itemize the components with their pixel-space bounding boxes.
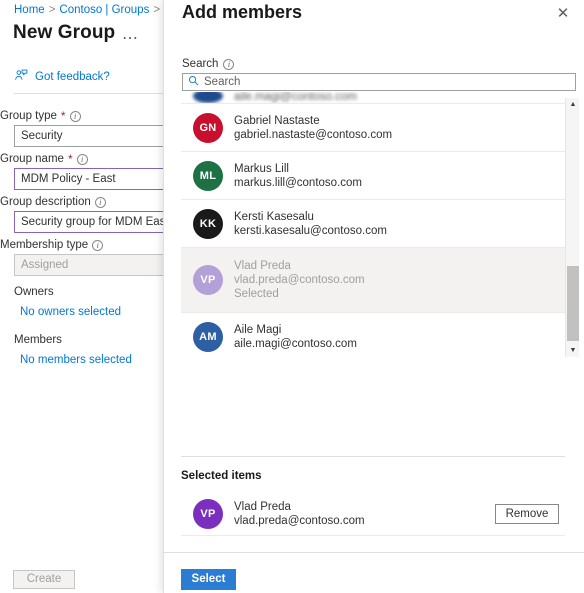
avatar: ML xyxy=(193,160,223,191)
person-email: markus.lill@contoso.com xyxy=(234,176,362,189)
list-item[interactable]: ML Markus Lill markus.lill@contoso.com xyxy=(181,152,565,200)
required-asterisk: * xyxy=(60,109,66,123)
required-asterisk: * xyxy=(67,152,73,166)
person-name: Markus Lill xyxy=(234,162,289,175)
group-description-label: Group description i xyxy=(0,196,106,208)
selected-state-label: Selected xyxy=(234,288,279,300)
info-icon[interactable]: i xyxy=(223,58,235,70)
info-icon[interactable]: i xyxy=(69,110,81,122)
person-name: Aile Magi xyxy=(234,323,282,336)
search-icon xyxy=(188,75,199,89)
scroll-up-icon[interactable]: ▲ xyxy=(566,98,580,111)
member-results-list[interactable]: aile.magi@contoso.com GN Gabriel Nastast… xyxy=(181,92,565,356)
avatar: KK xyxy=(193,208,223,239)
info-icon[interactable]: i xyxy=(76,153,88,165)
panel-title: Add members xyxy=(182,2,303,22)
person-info: Vlad Preda vlad.preda@contoso.com Select… xyxy=(234,260,365,300)
list-item[interactable]: KK Kersti Kasesalu kersti.kasesalu@conto… xyxy=(181,200,565,248)
selected-item-row: VP Vlad Preda vlad.preda@contoso.com Rem… xyxy=(181,492,565,536)
person-info: aile.magi@contoso.com xyxy=(234,92,357,103)
avatar xyxy=(193,92,223,103)
group-type-label: Group type * i xyxy=(0,110,81,122)
search-input[interactable]: Search xyxy=(182,73,576,91)
close-icon[interactable]: ✕ xyxy=(552,3,574,25)
person-email: aile.magi@contoso.com xyxy=(234,92,357,103)
owners-select-link[interactable]: No owners selected xyxy=(20,306,121,318)
results-scrollbar[interactable]: ▲ ▼ xyxy=(565,98,579,357)
owners-heading: Owners xyxy=(14,286,54,298)
group-type-dropdown[interactable]: Security xyxy=(14,125,175,147)
members-heading: Members xyxy=(14,334,62,346)
new-group-blade: Home>Contoso | Groups>G New Group ⋯ Got … xyxy=(0,0,175,593)
person-email: aile.magi@contoso.com xyxy=(234,337,357,350)
group-name-input[interactable]: MDM Policy - East xyxy=(14,168,175,190)
avatar: GN xyxy=(193,112,223,143)
divider xyxy=(163,552,584,553)
person-name: Gabriel Nastaste xyxy=(234,114,320,127)
breadcrumb: Home>Contoso | Groups>G xyxy=(14,4,173,16)
info-icon[interactable]: i xyxy=(94,196,106,208)
group-name-label: Group name * i xyxy=(0,153,88,165)
person-name: Vlad Preda xyxy=(234,260,291,272)
list-item[interactable]: aile.magi@contoso.com xyxy=(181,92,565,104)
divider xyxy=(181,456,565,457)
info-icon[interactable]: i xyxy=(92,239,104,251)
list-item[interactable]: AM Aile Magi aile.magi@contoso.com xyxy=(181,313,565,356)
breadcrumb-separator: > xyxy=(153,4,161,16)
avatar: VP xyxy=(193,498,223,529)
breadcrumb-item-contoso-groups[interactable]: Contoso | Groups xyxy=(59,4,149,16)
breadcrumb-item-home[interactable]: Home xyxy=(14,4,45,16)
avatar: AM xyxy=(193,321,223,352)
list-item-selected[interactable]: VP Vlad Preda vlad.preda@contoso.com Sel… xyxy=(181,248,565,313)
members-select-link[interactable]: No members selected xyxy=(20,354,132,366)
list-item[interactable]: GN Gabriel Nastaste gabriel.nastaste@con… xyxy=(181,104,565,152)
divider xyxy=(14,93,175,94)
breadcrumb-separator: > xyxy=(48,4,56,16)
person-email: vlad.preda@contoso.com xyxy=(234,514,365,527)
selected-items-heading: Selected items xyxy=(181,470,262,482)
got-feedback-label: Got feedback? xyxy=(35,71,110,83)
search-placeholder: Search xyxy=(204,76,241,88)
person-info: Kersti Kasesalu kersti.kasesalu@contoso.… xyxy=(234,211,387,237)
membership-type-label: Membership type i xyxy=(0,239,104,251)
scrollbar-thumb[interactable] xyxy=(567,266,579,341)
person-info: Gabriel Nastaste gabriel.nastaste@contos… xyxy=(234,115,392,141)
create-button[interactable]: Create xyxy=(13,570,75,589)
person-info: Vlad Preda vlad.preda@contoso.com xyxy=(234,501,365,527)
got-feedback-link[interactable]: Got feedback? xyxy=(14,69,110,85)
person-email: vlad.preda@contoso.com xyxy=(234,274,365,286)
person-email: gabriel.nastaste@contoso.com xyxy=(234,128,393,141)
scroll-down-icon[interactable]: ▼ xyxy=(566,344,580,357)
membership-type-dropdown[interactable]: Assigned xyxy=(14,254,175,276)
person-name: Vlad Preda xyxy=(234,500,291,513)
feedback-person-icon xyxy=(14,69,28,85)
group-description-input[interactable]: Security group for MDM East xyxy=(14,211,175,233)
person-info: Markus Lill markus.lill@contoso.com xyxy=(234,163,362,189)
select-button[interactable]: Select xyxy=(181,569,236,590)
person-info: Aile Magi aile.magi@contoso.com xyxy=(234,324,357,350)
person-name: Kersti Kasesalu xyxy=(234,210,314,223)
avatar: VP xyxy=(193,265,223,295)
search-label: Search i xyxy=(182,58,235,70)
remove-button[interactable]: Remove xyxy=(495,503,559,524)
more-options-icon[interactable]: ⋯ xyxy=(122,28,139,48)
person-email: kersti.kasesalu@contoso.com xyxy=(234,224,387,237)
page-title: New Group xyxy=(13,22,116,43)
